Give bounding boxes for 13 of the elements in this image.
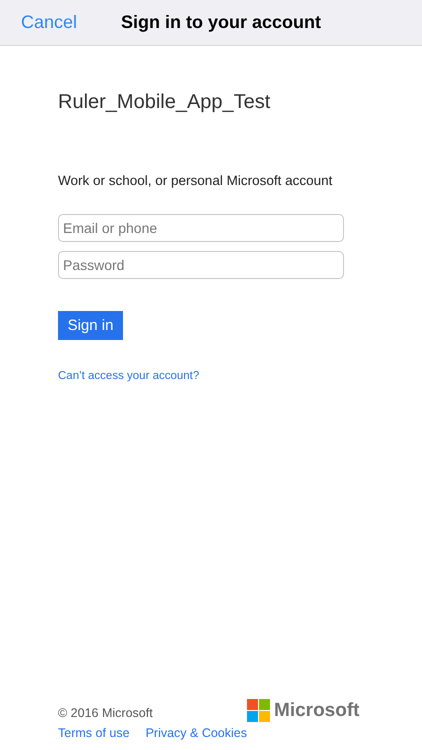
footer-link[interactable]: Terms of use xyxy=(58,726,130,740)
logo-wordmark: Microsoft xyxy=(274,700,360,722)
help-link[interactable]: Can’t access your account? xyxy=(58,370,200,382)
footer-link[interactable]: Privacy & Cookies xyxy=(146,726,247,740)
page-title: Sign in to your account xyxy=(121,12,322,33)
cancel-link[interactable]: Cancel xyxy=(21,12,78,33)
sign-in-button[interactable]: Sign in xyxy=(58,311,123,340)
account-hint: Work or school, or personal Microsoft account xyxy=(58,173,334,188)
input-field[interactable]: Email or phone xyxy=(58,214,344,242)
input-field[interactable]: Password xyxy=(58,251,344,279)
four-squares-logo-icon xyxy=(247,699,270,722)
copyright-text: © 2016 Microsoft xyxy=(58,706,154,720)
app-name: Ruler_Mobile_App_Test xyxy=(58,91,272,114)
